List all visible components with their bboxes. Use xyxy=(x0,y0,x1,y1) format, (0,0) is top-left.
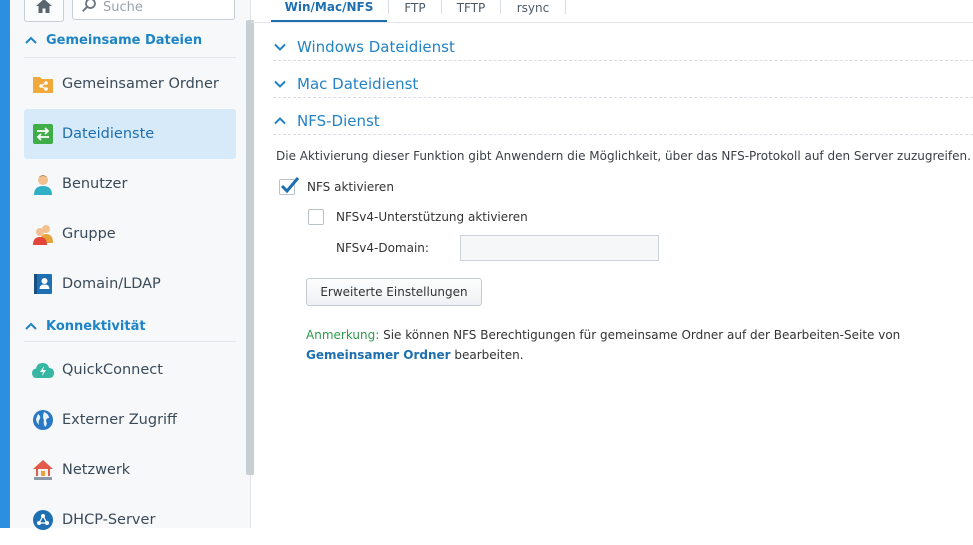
desktop-edge xyxy=(0,0,10,528)
tab-win-mac-nfs[interactable]: Win/Mac/NFS xyxy=(271,0,387,22)
nfs-description: Die Aktivierung dieser Funktion gibt Anw… xyxy=(276,149,971,163)
sidebar: Gemeinsame Dateien Gemeinsamer Ordner Da… xyxy=(10,0,254,530)
accordion-label: Mac Dateidienst xyxy=(297,74,419,93)
tab-label: TFTP xyxy=(456,1,486,15)
sidebar-item-label: DHCP-Server xyxy=(62,512,156,528)
section-konnektivitaet[interactable]: Konnektivität xyxy=(24,315,146,337)
tab-rsync[interactable]: rsync xyxy=(501,0,565,22)
note-body: Sie können NFS Berechtigungen für gemein… xyxy=(379,328,901,342)
nfsv4-label: NFSv4-Unterstützung aktivieren xyxy=(336,210,528,224)
advanced-settings-button[interactable]: Erweiterte Einstellungen xyxy=(306,278,482,306)
nfsv4-checkbox[interactable] xyxy=(308,209,324,225)
sidebar-item-gruppe[interactable]: Gruppe xyxy=(24,209,236,259)
user-icon xyxy=(32,173,54,195)
note-text: Anmerkung: Sie können NFS Berechtigungen… xyxy=(306,325,946,365)
sidebar-item-domain-ldap[interactable]: Domain/LDAP xyxy=(24,259,236,309)
home-button[interactable] xyxy=(24,0,64,22)
accordion-nfs-dienst[interactable]: NFS-Dienst xyxy=(273,107,973,135)
network-icon xyxy=(32,459,54,481)
chevron-up-icon xyxy=(274,116,286,124)
sidebar-item-netzwerk[interactable]: Netzwerk xyxy=(24,445,236,495)
section-gemeinsame-dateien[interactable]: Gemeinsame Dateien xyxy=(24,29,202,51)
tab-tftp[interactable]: TFTP xyxy=(442,0,500,22)
nfsv4-domain-input[interactable] xyxy=(460,235,659,261)
nfs-enable-row[interactable]: NFS aktivieren xyxy=(279,177,394,195)
nfs-enable-checkbox[interactable] xyxy=(279,177,300,195)
tab-bar: Win/Mac/NFS FTP TFTP rsync xyxy=(251,0,973,23)
shared-folder-link[interactable]: Gemeinsamer Ordner xyxy=(306,348,451,362)
sidebar-item-label: Domain/LDAP xyxy=(62,276,161,292)
accordion-label: NFS-Dienst xyxy=(297,111,380,130)
group-icon xyxy=(32,223,54,245)
section-label: Gemeinsame Dateien xyxy=(46,32,203,48)
accordion-mac-dateidienst[interactable]: Mac Dateidienst xyxy=(273,70,973,98)
tab-label: rsync xyxy=(516,1,550,15)
nfs-enable-label: NFS aktivieren xyxy=(307,180,394,194)
sidebar-item-label: Externer Zugriff xyxy=(62,412,178,428)
accordion-windows-dateidienst[interactable]: Windows Dateidienst xyxy=(273,33,973,61)
quickconnect-icon xyxy=(32,359,54,381)
sidebar-item-dateidienste[interactable]: Dateidienste xyxy=(24,109,236,159)
file-services-icon xyxy=(32,123,54,145)
sidebar-item-label: Netzwerk xyxy=(62,462,131,478)
sidebar-item-label: Gemeinsamer Ordner xyxy=(62,76,219,92)
main-panel: Win/Mac/NFS FTP TFTP rsync Windows Datei… xyxy=(251,0,973,528)
chevron-up-icon xyxy=(25,36,37,44)
domain-ldap-icon xyxy=(32,273,54,295)
nfsv4-domain-label: NFSv4-Domain: xyxy=(336,241,429,255)
chevron-up-icon xyxy=(25,322,37,330)
accordion-label: Windows Dateidienst xyxy=(297,37,455,56)
tab-ftp[interactable]: FTP xyxy=(389,0,441,22)
nfsv4-row[interactable]: NFSv4-Unterstützung aktivieren xyxy=(308,209,528,225)
external-access-icon xyxy=(32,409,54,431)
sidebar-item-label: Dateidienste xyxy=(62,126,155,142)
tab-label: Win/Mac/NFS xyxy=(284,0,374,14)
sidebar-item-externer-zugriff[interactable]: Externer Zugriff xyxy=(24,395,236,445)
divider xyxy=(24,341,236,342)
search-box[interactable] xyxy=(72,0,235,20)
divider xyxy=(24,57,236,58)
note-suffix: bearbeiten. xyxy=(450,348,524,362)
search-input[interactable] xyxy=(103,0,223,15)
home-icon xyxy=(35,0,53,18)
tab-label: FTP xyxy=(404,1,426,15)
note-prefix: Anmerkung: xyxy=(306,328,380,342)
sidebar-item-dhcp-server[interactable]: DHCP-Server xyxy=(24,495,236,545)
sidebar-item-label: QuickConnect xyxy=(62,362,163,378)
sidebar-item-label: Benutzer xyxy=(62,176,128,192)
sidebar-item-label: Gruppe xyxy=(62,226,116,242)
shared-folder-icon xyxy=(32,73,54,95)
sidebar-item-quickconnect[interactable]: QuickConnect xyxy=(24,345,236,395)
sidebar-item-gemeinsamer-ordner[interactable]: Gemeinsamer Ordner xyxy=(24,59,236,109)
tab-separator xyxy=(565,0,566,14)
checkmark-icon xyxy=(280,177,300,194)
sidebar-item-benutzer[interactable]: Benutzer xyxy=(24,159,236,209)
chevron-down-icon xyxy=(274,80,286,88)
search-icon xyxy=(81,0,97,17)
section-label: Konnektivität xyxy=(46,318,146,334)
chevron-down-icon xyxy=(274,43,286,51)
